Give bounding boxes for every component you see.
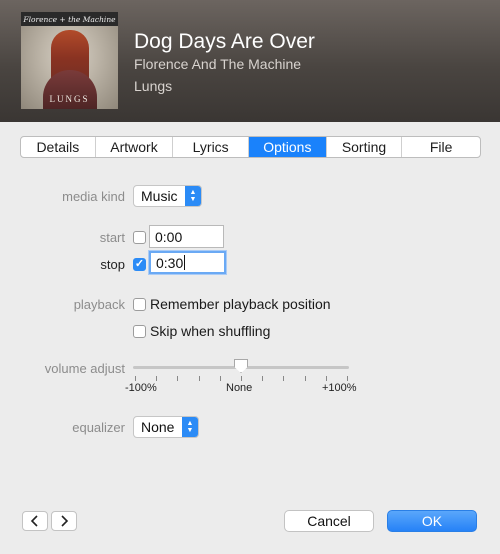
stop-checkbox[interactable]: ✓ [133,258,146,271]
skip-shuffling-label[interactable]: Skip when shuffling [150,323,270,339]
volume-adjust-label: volume adjust [44,361,125,376]
start-label: start [99,230,125,245]
previous-song-button[interactable] [22,511,48,531]
song-album: Lungs [134,78,173,94]
media-kind-select[interactable]: Music ▲ ▼ [133,185,202,207]
stop-time-field[interactable]: 0:30 [149,251,226,274]
volume-tick [262,376,263,381]
equalizer-select[interactable]: None ▲ ▼ [133,416,199,438]
checkmark-icon: ✓ [134,258,145,270]
volume-tick [135,376,136,381]
equalizer-value: None [141,419,175,435]
tab-lyrics[interactable]: Lyrics [173,137,249,157]
start-time-field[interactable]: 0:00 [149,225,224,248]
volume-tick [347,376,348,381]
volume-tick [220,376,221,381]
ok-button[interactable]: OK [387,510,477,532]
volume-tick [283,376,284,381]
song-title: Dog Days Are Over [134,30,315,53]
tab-file[interactable]: File [402,137,480,157]
remember-position-checkbox[interactable] [133,298,146,311]
volume-tick [241,376,242,381]
text-caret [184,255,186,270]
tab-details[interactable]: Details [21,137,96,157]
song-header: Florence + the Machine LUNGS Dog Days Ar… [0,0,500,122]
tab-bar: Details Artwork Lyrics Options Sorting F… [20,136,481,158]
chevron-right-icon [61,515,69,527]
volume-tick [177,376,178,381]
playback-label: playback [73,297,125,312]
popup-arrows-icon: ▲ ▼ [185,186,201,206]
volume-max-label: +100% [322,382,357,394]
tab-sorting[interactable]: Sorting [327,137,403,157]
album-artwork[interactable]: Florence + the Machine LUNGS [21,12,118,109]
volume-min-label: -100% [125,382,157,394]
cancel-button[interactable]: Cancel [284,510,374,532]
next-song-button[interactable] [51,511,77,531]
chevron-left-icon [30,515,38,527]
stop-label: stop [100,257,125,272]
tab-options[interactable]: Options [249,137,327,157]
media-kind-value: Music [141,188,178,204]
stop-time-value: 0:30 [156,254,184,271]
volume-tick [199,376,200,381]
artwork-band-text: Florence + the Machine [21,12,118,26]
volume-mid-label: None [226,382,253,394]
start-checkbox[interactable] [133,231,146,244]
volume-tick [305,376,306,381]
song-artist: Florence And The Machine [134,56,302,72]
artwork-album-text: LUNGS [49,94,90,104]
volume-slider-thumb[interactable] [234,359,248,373]
equalizer-label: equalizer [72,420,125,435]
volume-tick [156,376,157,381]
popup-arrows-icon: ▲ ▼ [182,417,198,437]
tab-artwork[interactable]: Artwork [96,137,174,157]
skip-shuffling-checkbox[interactable] [133,325,146,338]
media-kind-label: media kind [62,189,125,204]
remember-position-label[interactable]: Remember playback position [150,296,331,312]
volume-tick [326,376,327,381]
